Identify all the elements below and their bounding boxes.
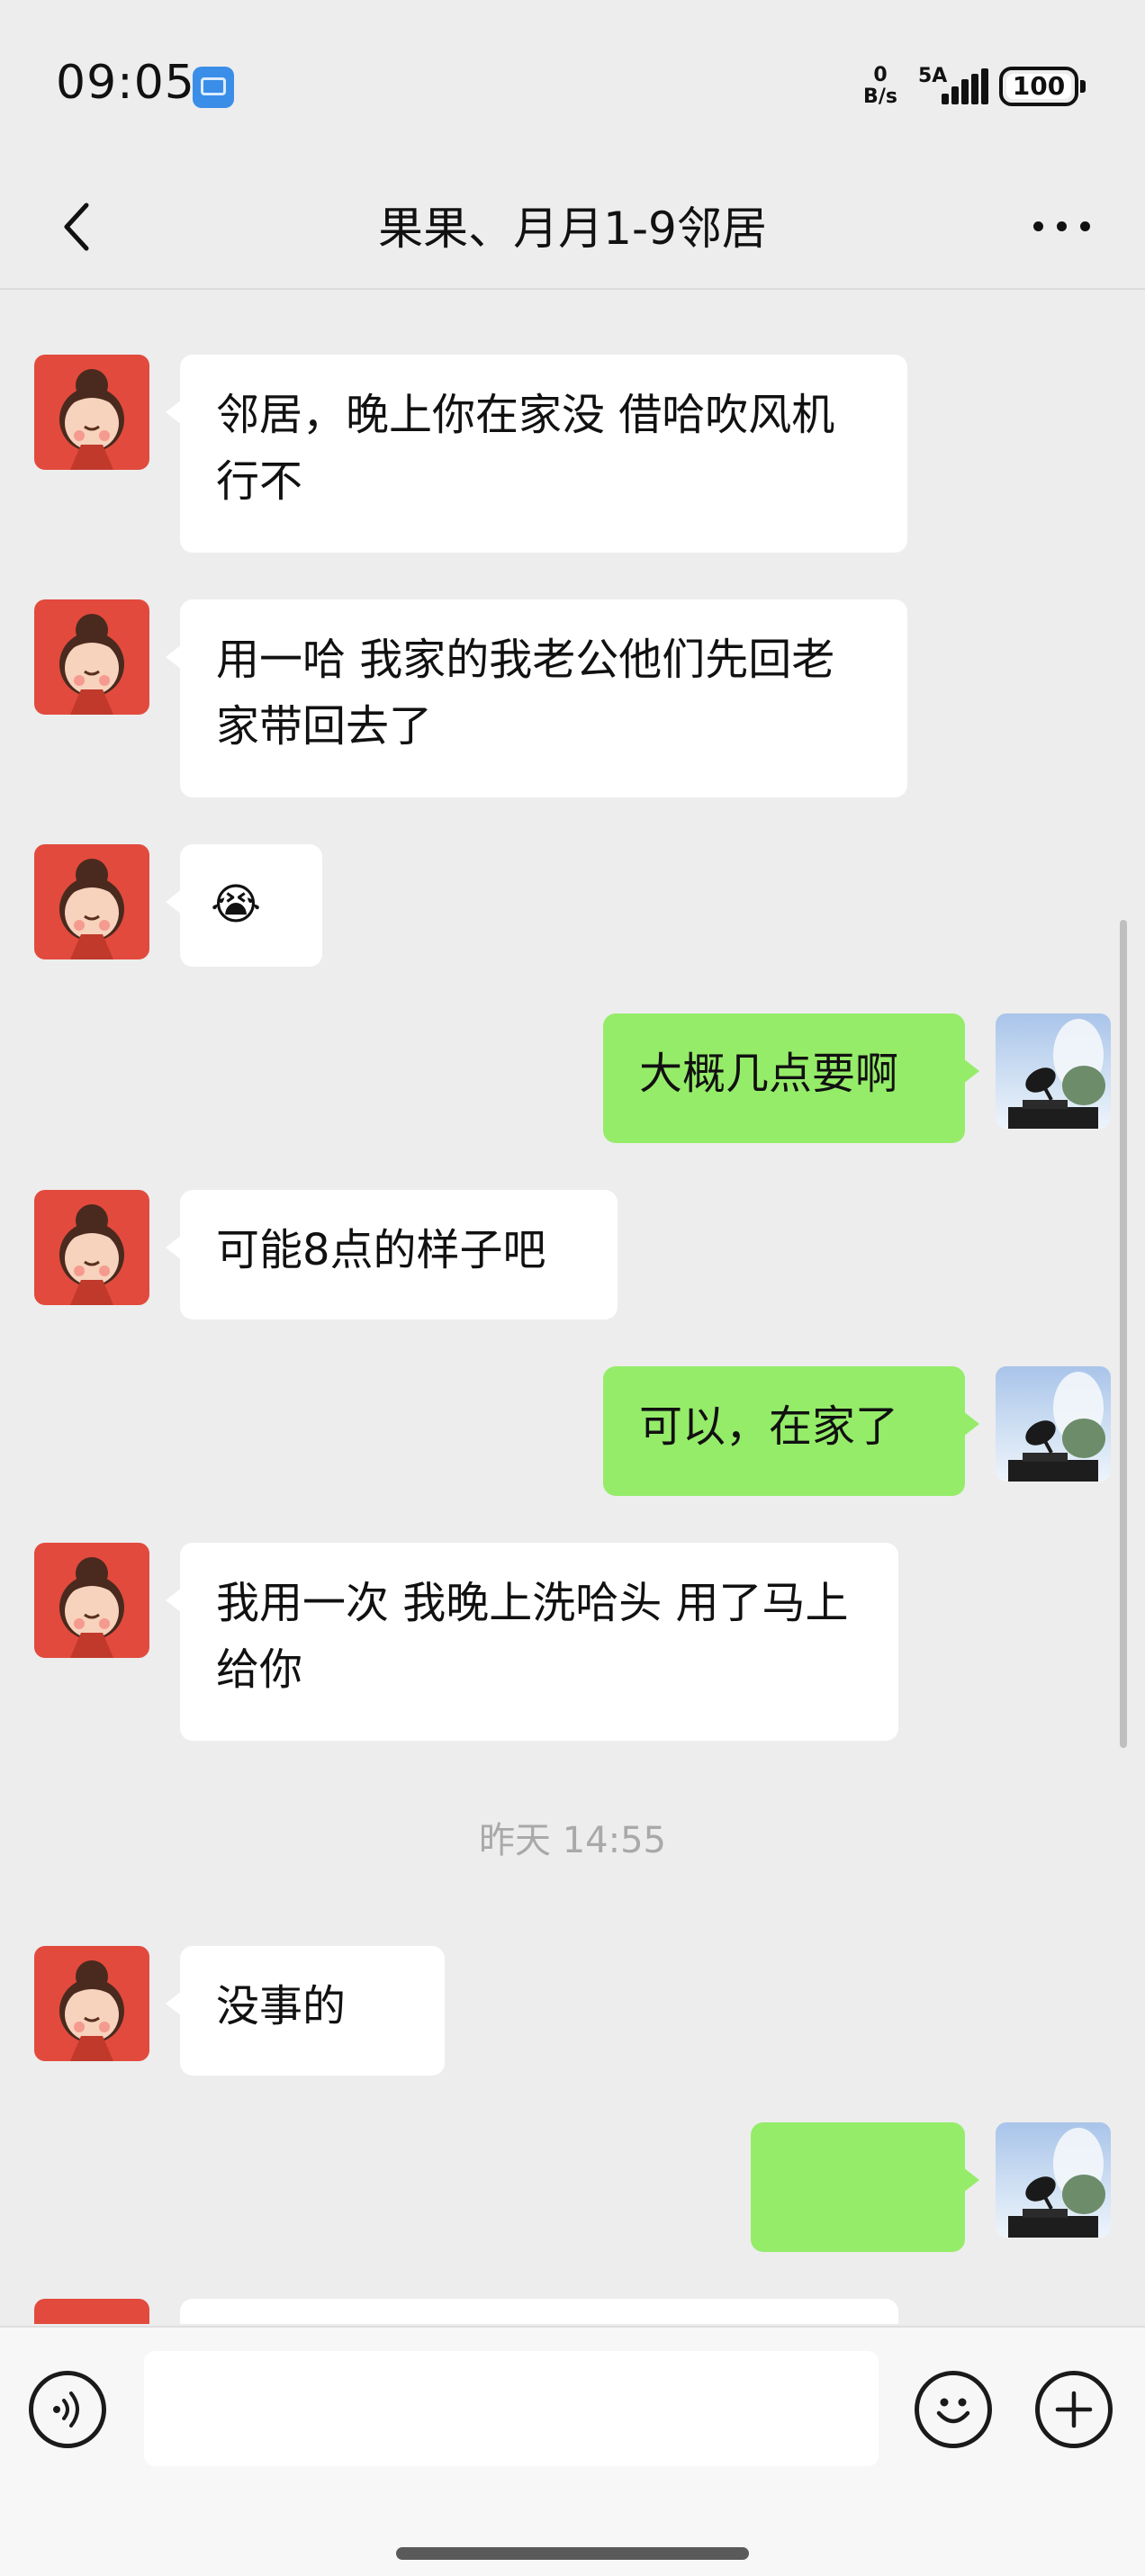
- voice-icon: [53, 2391, 79, 2427]
- message-bubble[interactable]: 可能8点的样子吧: [166, 1190, 618, 1320]
- message-bubble-partial[interactable]: [180, 2299, 898, 2324]
- message-bubble[interactable]: [751, 2122, 979, 2252]
- voice-button[interactable]: [29, 2371, 106, 2448]
- contact-avatar[interactable]: [34, 1190, 149, 1305]
- chat-title: 果果、月月1-9邻居: [378, 203, 767, 255]
- more-options-button[interactable]: [1026, 198, 1098, 252]
- home-indicator[interactable]: [396, 2547, 749, 2560]
- more-functions-button[interactable]: [1035, 2371, 1113, 2448]
- input-bar: [0, 2326, 1145, 2576]
- contact-avatar[interactable]: [34, 844, 149, 959]
- contact-avatar[interactable]: [34, 2299, 149, 2324]
- notification-app-icon: [193, 67, 234, 108]
- plus-icon: [1055, 2391, 1093, 2428]
- signal-icon: [942, 68, 990, 104]
- network-speed-value: 0: [873, 64, 888, 86]
- user-avatar[interactable]: [996, 2122, 1111, 2238]
- status-bar: 09:05 0 B/s 5A 100: [0, 0, 1145, 171]
- message-timestamp: 昨天 14:55: [479, 1820, 666, 1861]
- message-bubble[interactable]: 没事的: [166, 1946, 445, 2076]
- message-bubble[interactable]: 我用一次 我晚上洗哈头 用了马上给你: [166, 1543, 898, 1741]
- battery-level: 100: [1012, 71, 1066, 101]
- contact-avatar[interactable]: [34, 599, 149, 715]
- back-button[interactable]: [49, 193, 112, 256]
- message-input[interactable]: [144, 2351, 879, 2466]
- message-bubble[interactable]: 大概几点要啊: [603, 1013, 979, 1143]
- contact-avatar[interactable]: [34, 355, 149, 470]
- emoji-icon: [936, 2398, 970, 2424]
- user-avatar[interactable]: [996, 1366, 1111, 1482]
- chevron-left-icon: [64, 203, 89, 251]
- contact-avatar[interactable]: [34, 1543, 149, 1658]
- chat-header: 果果、月月1-9邻居: [0, 171, 1145, 290]
- scrollbar[interactable]: [1120, 920, 1127, 1748]
- message-bubble[interactable]: 😭: [166, 844, 322, 967]
- user-avatar[interactable]: [996, 1013, 1111, 1129]
- message-bubble[interactable]: 用一哈 我家的我老公他们先回老家带回去了: [166, 599, 907, 797]
- status-time: 09:05: [56, 56, 195, 110]
- message-bubble[interactable]: 可以，在家了: [603, 1366, 979, 1496]
- contact-avatar[interactable]: [34, 1946, 149, 2061]
- battery-icon: 100: [999, 67, 1086, 106]
- network-speed: 0 B/s: [861, 65, 900, 108]
- message-bubble[interactable]: 邻居，晚上你在家没 借哈吹风机行不: [166, 355, 907, 553]
- network-speed-unit: B/s: [863, 86, 897, 108]
- message-list[interactable]: 邻居，晚上你在家没 借哈吹风机行不 用一哈 我家的我老公他们先回老家带回去了 😭…: [0, 290, 1145, 2324]
- crying-emoji-icon: 😭: [211, 879, 262, 930]
- emoji-button[interactable]: [915, 2371, 992, 2448]
